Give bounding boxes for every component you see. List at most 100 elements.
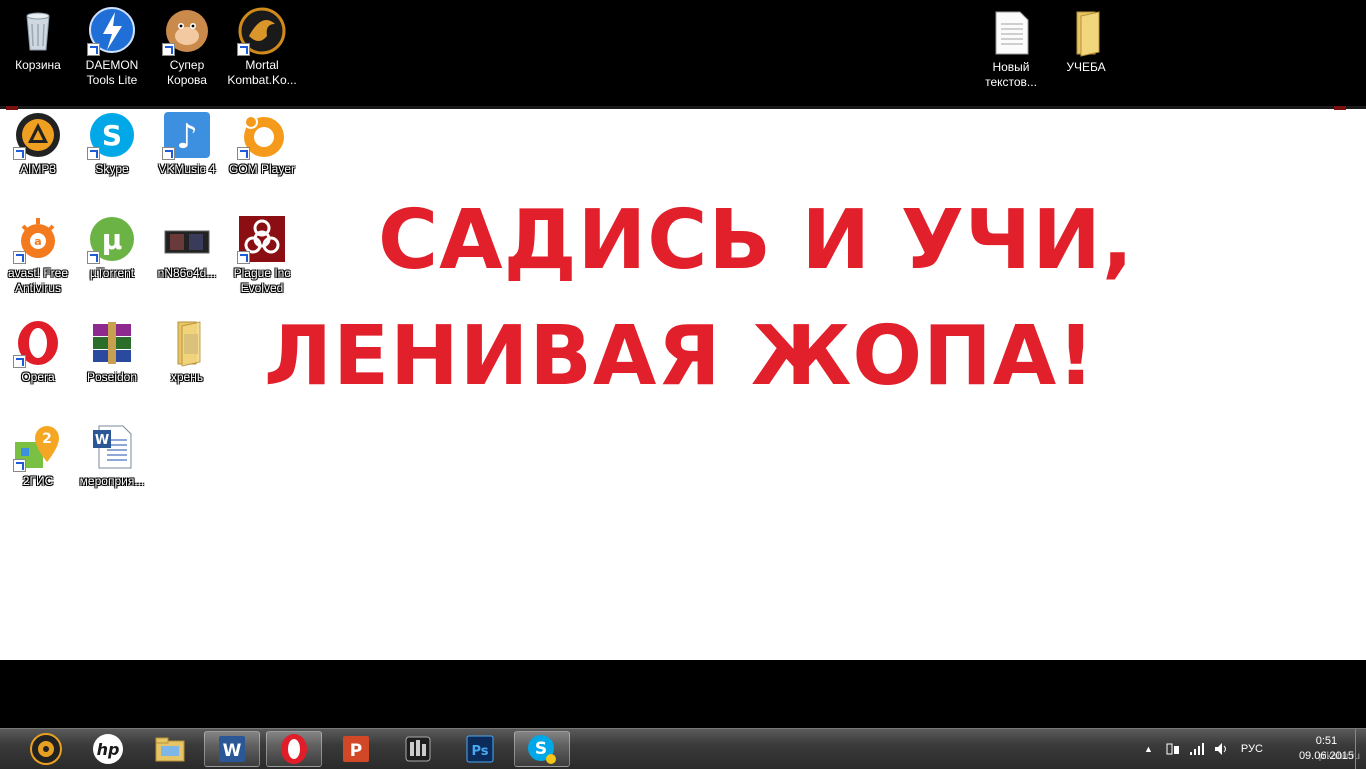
taskbar-app-hp[interactable]: hp — [80, 731, 136, 767]
plague-inc-icon — [237, 214, 287, 264]
winrar-icon — [87, 318, 137, 368]
word-document-icon: W — [87, 422, 137, 472]
icon-label: VKMusic 4 — [158, 162, 216, 176]
desktop-icon-ucheba-folder[interactable]: УЧЕБА — [1048, 8, 1124, 75]
icon-label: хрень — [170, 370, 204, 384]
icon-label: 2ГИС — [22, 474, 54, 488]
taskbar-app-word[interactable]: W — [204, 731, 260, 767]
wallpaper-edge-mark — [1334, 106, 1346, 110]
desktop-icon-skype[interactable]: S Skype — [74, 110, 150, 177]
aimp-icon — [13, 110, 63, 160]
icon-label: DAEMON Tools Lite — [85, 58, 139, 87]
icon-label: GOM Player — [228, 162, 295, 176]
icon-label: Poseidon — [86, 370, 138, 384]
recycle-bin-icon — [13, 6, 63, 56]
desktop-icon-recycle-bin[interactable]: Корзина — [0, 6, 76, 73]
desktop-icon-aimp3[interactable]: AIMP3 — [0, 110, 76, 177]
folder-icon — [162, 318, 212, 368]
svg-text:hp: hp — [97, 740, 120, 759]
desktop-icon-mortal-kombat[interactable]: Mortal Kombat.Ko... — [224, 6, 300, 88]
taskbar: hp W P Ps S ▲ РУС 0:51 09.06.2015 pikabu… — [0, 728, 1366, 769]
system-tray: ▲ РУС — [1144, 729, 1263, 769]
taskbar-app-powerpoint[interactable]: P — [328, 731, 384, 767]
svg-text:S: S — [102, 119, 122, 152]
icon-label: Opera — [21, 370, 55, 384]
show-hidden-icons-icon[interactable]: ▲ — [1144, 744, 1153, 754]
utorrent-icon: µ — [87, 214, 137, 264]
text-document-icon — [986, 8, 1036, 58]
svg-text:P: P — [350, 741, 362, 761]
desktop-icon-gom-player[interactable]: GOM Player — [224, 110, 300, 177]
opera-icon — [13, 318, 63, 368]
icon-label: Новый текстов... — [985, 60, 1037, 89]
svg-text:♪: ♪ — [176, 117, 198, 157]
svg-text:Ps: Ps — [471, 744, 488, 759]
icon-label: AIMP3 — [19, 162, 56, 176]
desktop-icon-khren-folder[interactable]: хрень — [149, 318, 225, 385]
icon-label: Plague Inc Evolved — [233, 266, 291, 295]
desktop-icon-utorrent[interactable]: µ µTorrent — [74, 214, 150, 281]
daemon-tools-icon — [87, 6, 137, 56]
powerpoint-icon: P — [343, 736, 369, 762]
explorer-folder-icon — [155, 737, 185, 762]
icon-label: УЧЕБА — [1066, 60, 1106, 74]
folder-icon — [1061, 8, 1111, 58]
slogan-line-1: САДИСЬ И УЧИ, — [378, 193, 1134, 288]
desktop-icon-opera[interactable]: Opera — [0, 318, 76, 385]
image-file-icon — [162, 214, 212, 264]
svg-text:S: S — [535, 739, 547, 759]
icon-label: µTorrent — [89, 266, 135, 280]
opera-icon — [281, 734, 307, 764]
desktop-icon-word-document[interactable]: W мероприя... — [74, 422, 150, 489]
avast-icon: a — [13, 214, 63, 264]
taskbar-app-media[interactable] — [390, 731, 446, 767]
svg-text:a: a — [34, 235, 41, 248]
clock[interactable]: 0:51 09.06.2015 pikabu.ru — [1299, 734, 1360, 764]
taskbar-app-photoshop[interactable]: Ps — [452, 731, 508, 767]
desktop-icon-2gis[interactable]: 2 2ГИС — [0, 422, 76, 489]
desktop-icon-plague-inc[interactable]: Plague Inc Evolved — [224, 214, 300, 296]
icon-label: Супер Корова — [167, 58, 207, 87]
vkmusic-icon: ♪ — [162, 110, 212, 160]
desktop-icon-new-text-document[interactable]: Новый текстов... — [973, 8, 1049, 90]
icon-label: Skype — [95, 162, 129, 176]
language-indicator[interactable]: РУС — [1241, 743, 1263, 755]
svg-text:W: W — [95, 433, 109, 448]
icon-label: Корзина — [15, 58, 61, 72]
taskbar-app-skype[interactable]: S — [514, 731, 570, 767]
taskbar-app-aimp[interactable] — [18, 731, 74, 767]
2gis-icon: 2 — [13, 422, 63, 472]
wallpaper-divider — [0, 106, 1366, 109]
word-icon: W — [219, 736, 245, 762]
taskbar-app-explorer[interactable] — [142, 731, 198, 767]
photoshop-icon: Ps — [466, 735, 494, 763]
icon-label: Mortal Kombat.Ko... — [227, 58, 297, 87]
icon-label: avast! Free Antivirus — [7, 266, 69, 295]
watermark: pikabu.ru — [1318, 751, 1360, 762]
volume-icon[interactable] — [1213, 741, 1229, 757]
desktop-icon-image-file[interactable]: nN86o4d... — [149, 214, 225, 281]
skype-icon: S — [87, 110, 137, 160]
desktop-icon-poseidon[interactable]: Poseidon — [74, 318, 150, 385]
media-app-icon — [405, 736, 431, 762]
desktop-icon-daemon-tools[interactable]: DAEMON Tools Lite — [74, 6, 150, 88]
power-icon[interactable] — [1165, 741, 1181, 757]
aimp-taskbar-icon — [30, 733, 62, 765]
taskbar-app-opera[interactable] — [266, 731, 322, 767]
desktop-icon-super-cow[interactable]: Супер Корова — [149, 6, 225, 88]
svg-text:µ: µ — [102, 223, 123, 256]
super-cow-icon — [162, 6, 212, 56]
mortal-kombat-icon — [237, 6, 287, 56]
icon-label: мероприя... — [79, 474, 145, 488]
svg-text:2: 2 — [42, 431, 52, 447]
icon-label: nN86o4d... — [157, 266, 217, 280]
desktop-icon-vkmusic[interactable]: ♪ VKMusic 4 — [149, 110, 225, 177]
svg-text:W: W — [223, 741, 242, 761]
network-signal-icon[interactable] — [1189, 741, 1205, 757]
hp-icon: hp — [93, 734, 123, 764]
show-desktop-button[interactable] — [1355, 729, 1366, 769]
clock-time: 0:51 — [1315, 735, 1338, 747]
slogan-line-2: ЛЕНИВАЯ ЖОПА! — [264, 309, 1096, 404]
gom-player-icon — [237, 110, 287, 160]
desktop-icon-avast[interactable]: a avast! Free Antivirus — [0, 214, 76, 296]
